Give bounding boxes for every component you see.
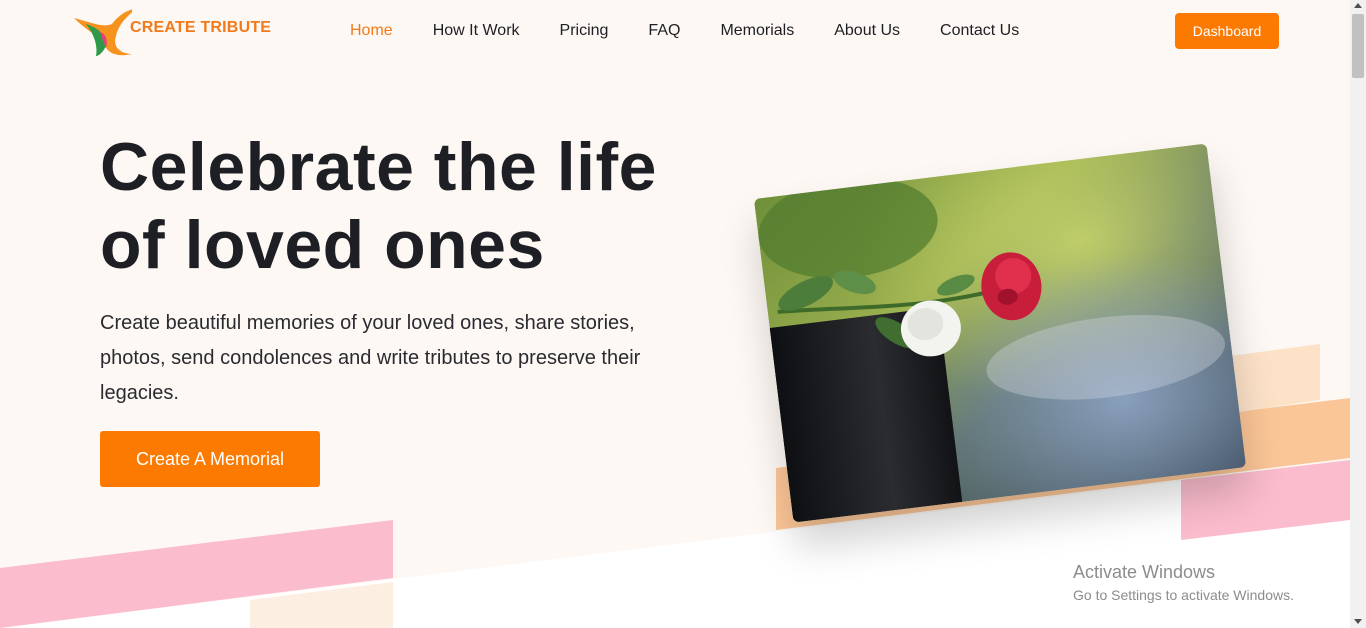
hero-photo	[753, 143, 1247, 523]
roses-photo-image	[753, 143, 1247, 523]
hummingbird-logo-icon	[74, 8, 138, 56]
hero-subtitle: Create beautiful memories of your loved …	[100, 312, 641, 404]
page-scrollbar[interactable]	[1350, 0, 1366, 628]
windows-watermark-title: Activate Windows	[1073, 562, 1216, 582]
logo-text: CREATE TRIBUTE	[130, 19, 272, 36]
nav-contact-us[interactable]: Contact Us	[940, 22, 1019, 40]
main-nav: Home How It Work Pricing FAQ Memorials A…	[350, 22, 1059, 40]
nav-memorials[interactable]: Memorials	[720, 22, 794, 40]
site-header: CREATE TRIBUTE Home How It Work Pricing …	[0, 0, 1350, 62]
nav-how-it-work[interactable]: How It Work	[433, 22, 520, 40]
scrollbar-thumb[interactable]	[1352, 14, 1364, 78]
scroll-down-arrow-icon[interactable]	[1354, 617, 1362, 625]
nav-faq[interactable]: FAQ	[648, 22, 680, 40]
create-memorial-button[interactable]: Create A Memorial	[100, 431, 320, 487]
scroll-up-arrow-icon[interactable]	[1354, 2, 1362, 10]
nav-pricing[interactable]: Pricing	[560, 22, 609, 40]
hero-title: Celebrate the life of loved ones	[100, 128, 740, 284]
windows-watermark-subtitle: Go to Settings to activate Windows.	[1073, 587, 1294, 603]
hero-title-line-1: Celebrate the life	[100, 129, 657, 205]
hero-title-line-2: of loved ones	[100, 207, 545, 283]
nav-about-us[interactable]: About Us	[834, 22, 900, 40]
logo[interactable]: CREATE TRIBUTE	[72, 6, 272, 58]
dashboard-button[interactable]: Dashboard	[1175, 13, 1279, 49]
nav-home[interactable]: Home	[350, 22, 393, 40]
